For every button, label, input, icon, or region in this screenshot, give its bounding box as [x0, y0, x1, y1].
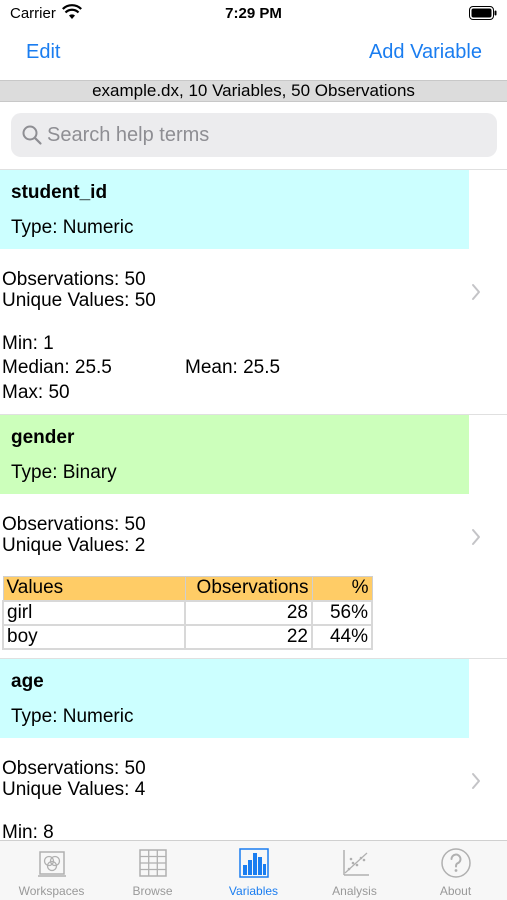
observations-summary: Observations: 50 Unique Values: 2	[0, 494, 507, 576]
cell-observations: 28	[184, 599, 313, 626]
frequency-table: Values Observations % girl 28 56% boy 22…	[2, 576, 373, 650]
tab-label: Analysis	[332, 884, 377, 898]
search-icon	[22, 125, 42, 145]
observations-count: Observations: 50	[2, 758, 146, 779]
cell-percent: 56%	[311, 599, 373, 626]
max-value: Max: 50	[2, 382, 70, 403]
tab-workspaces[interactable]: Workspaces	[1, 841, 102, 900]
add-variable-button[interactable]: Add Variable	[369, 41, 482, 64]
observations-summary: Observations: 50 Unique Values: 50	[0, 249, 507, 331]
table-header-row: Values Observations %	[2, 576, 373, 601]
median-value: Median: 25.5	[2, 357, 112, 378]
numeric-stats: Min: 1 Median: 25.5 Mean: 25.5 Max: 50	[0, 331, 507, 414]
min-value: Min: 1	[2, 333, 54, 354]
clock: 7:29 PM	[225, 5, 282, 22]
cell-observations: 22	[184, 623, 313, 650]
variable-name: age	[11, 671, 44, 692]
tab-about[interactable]: About	[405, 841, 506, 900]
variable-name: gender	[11, 427, 75, 448]
tab-label: About	[439, 884, 472, 898]
variable-cell-gender[interactable]: gender Type: Binary Observations: 50 Uni…	[0, 415, 507, 659]
search-bar[interactable]	[11, 113, 497, 157]
table-row: boy 22 44%	[2, 623, 373, 650]
min-value: Min: 8	[2, 822, 54, 840]
cell-value: boy	[2, 623, 186, 650]
column-header-values: Values	[2, 576, 186, 601]
numeric-stats: Min: 8	[0, 820, 507, 840]
tab-analysis[interactable]: Analysis	[304, 841, 405, 900]
help-icon	[441, 848, 471, 878]
navigation-bar: Edit Add Variable	[0, 30, 507, 76]
variable-type: Type: Binary	[11, 462, 117, 483]
tab-label: Browse	[132, 884, 173, 898]
table-row: girl 28 56%	[2, 599, 373, 626]
search-input[interactable]	[47, 113, 487, 157]
chevron-right-icon[interactable]	[471, 528, 481, 546]
frequency-table-wrap: Values Observations % girl 28 56% boy 22…	[0, 576, 507, 658]
chevron-right-icon[interactable]	[471, 772, 481, 790]
grid-icon	[139, 849, 167, 877]
column-header-observations: Observations	[184, 576, 313, 601]
tab-label: Variables	[228, 884, 279, 898]
observations-count: Observations: 50	[2, 269, 146, 290]
status-bar: Carrier 7:29 PM	[0, 0, 507, 28]
unique-values-count: Unique Values: 4	[2, 779, 146, 800]
variable-name: student_id	[11, 182, 108, 203]
unique-values-count: Unique Values: 2	[2, 535, 146, 556]
cell-percent: 44%	[311, 623, 373, 650]
variables-list[interactable]: student_id Type: Numeric Observations: 5…	[0, 169, 507, 840]
chevron-right-icon[interactable]	[471, 283, 481, 301]
variable-cell-student-id[interactable]: student_id Type: Numeric Observations: 5…	[0, 170, 507, 415]
variable-type: Type: Numeric	[11, 706, 134, 727]
observations-count: Observations: 50	[2, 514, 146, 535]
tab-variables[interactable]: Variables	[203, 841, 304, 900]
mean-value: Mean: 25.5	[185, 357, 281, 378]
bar-chart-icon	[239, 848, 269, 878]
edit-button[interactable]: Edit	[26, 41, 60, 64]
tab-browse[interactable]: Browse	[102, 841, 203, 900]
tab-bar: Workspaces Browse Variables Analysis Abo…	[0, 840, 507, 900]
column-header-percent: %	[311, 576, 373, 601]
battery-icon	[469, 6, 497, 20]
workspaces-icon	[38, 851, 66, 877]
unique-values-count: Unique Values: 50	[2, 290, 156, 311]
variable-type: Type: Numeric	[11, 217, 134, 238]
variable-header: gender Type: Binary	[0, 415, 469, 494]
variable-header: age Type: Numeric	[0, 659, 469, 738]
variable-header: student_id Type: Numeric	[0, 170, 469, 249]
observations-summary: Observations: 50 Unique Values: 4	[0, 738, 507, 820]
variable-cell-age[interactable]: age Type: Numeric Observations: 50 Uniqu…	[0, 659, 507, 840]
tab-label: Workspaces	[18, 884, 85, 898]
dataset-summary: example.dx, 10 Variables, 50 Observation…	[0, 80, 507, 102]
scatter-plot-icon	[343, 850, 369, 876]
cell-value: girl	[2, 599, 186, 626]
